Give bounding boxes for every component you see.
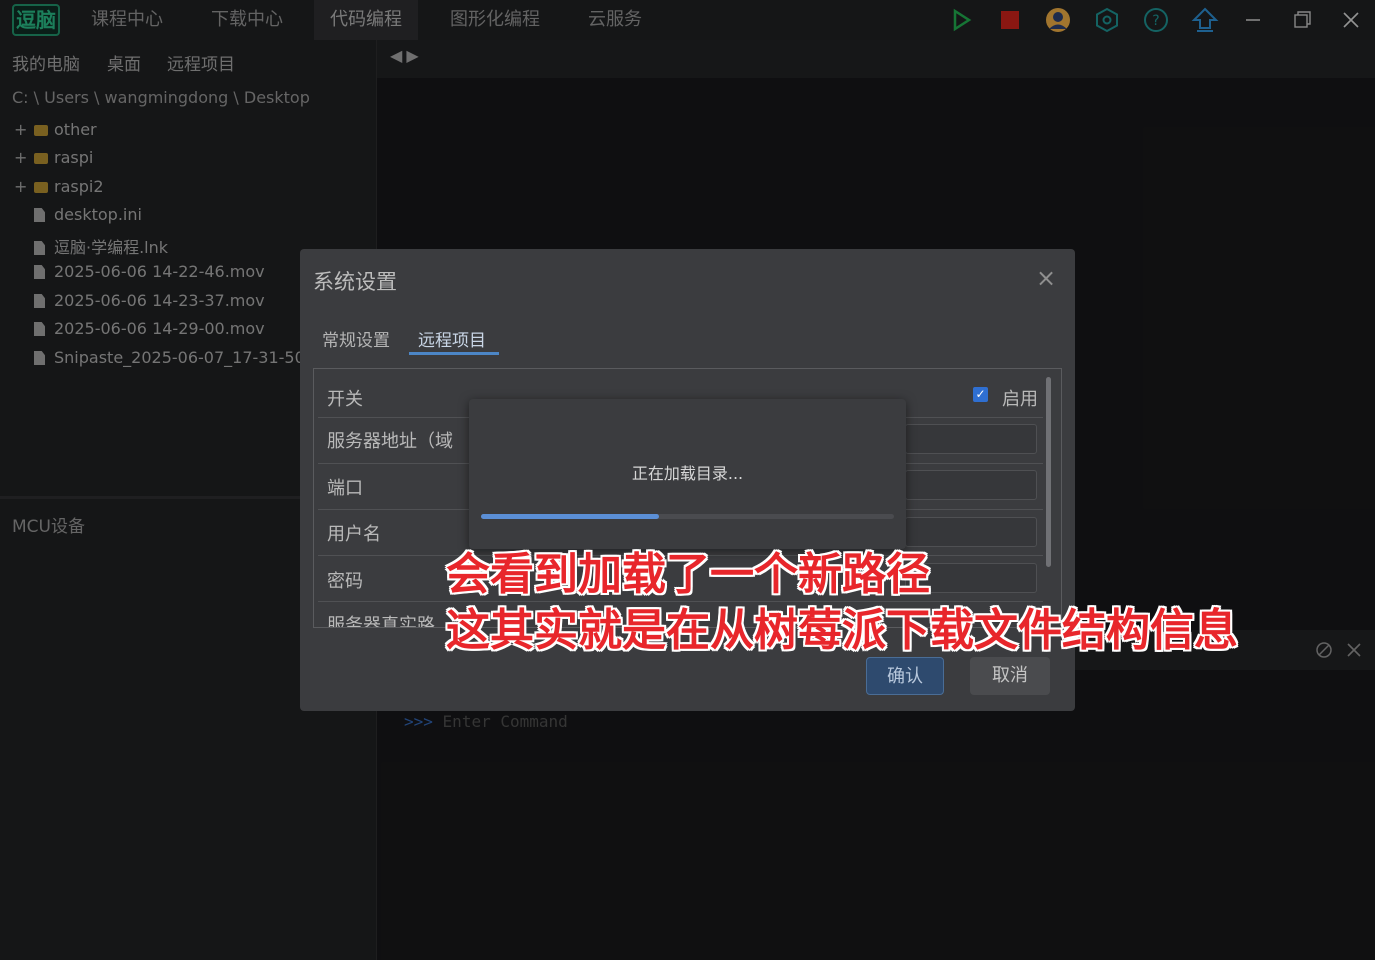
subtitle-line-2: 这其实就是在从树莓派下载文件结构信息 xyxy=(446,605,1238,656)
username-label: 用户名 xyxy=(327,524,381,545)
tab-general-settings[interactable]: 常规设置 xyxy=(322,326,390,351)
confirm-button[interactable]: 确认 xyxy=(866,657,944,695)
tab-remote-project-settings[interactable]: 远程项目 xyxy=(418,326,486,351)
subtitle-line-1: 会看到加载了一个新路径 xyxy=(446,549,930,600)
cancel-button[interactable]: 取消 xyxy=(970,657,1050,695)
form-row-real-path: 服务器真实路 xyxy=(314,604,454,627)
enable-label: 启用 xyxy=(1002,389,1038,410)
loading-text: 正在加载目录... xyxy=(631,464,744,483)
server-path-label: 服务器真实路 xyxy=(327,615,435,627)
server-address-label: 服务器地址（域 xyxy=(327,431,453,452)
port-label: 端口 xyxy=(327,478,363,499)
form-scrollbar[interactable] xyxy=(1046,377,1051,567)
port-input[interactable] xyxy=(905,470,1037,500)
dialog-title: 系统设置 xyxy=(313,270,397,294)
progress-bar xyxy=(481,514,659,519)
dialog-close-icon[interactable]: × xyxy=(1036,264,1056,292)
server-address-input[interactable] xyxy=(905,424,1037,454)
active-tab-indicator xyxy=(409,352,499,355)
password-label: 密码 xyxy=(327,571,363,592)
switch-label: 开关 xyxy=(327,389,363,410)
enable-checkbox[interactable]: ✓ xyxy=(973,387,988,402)
